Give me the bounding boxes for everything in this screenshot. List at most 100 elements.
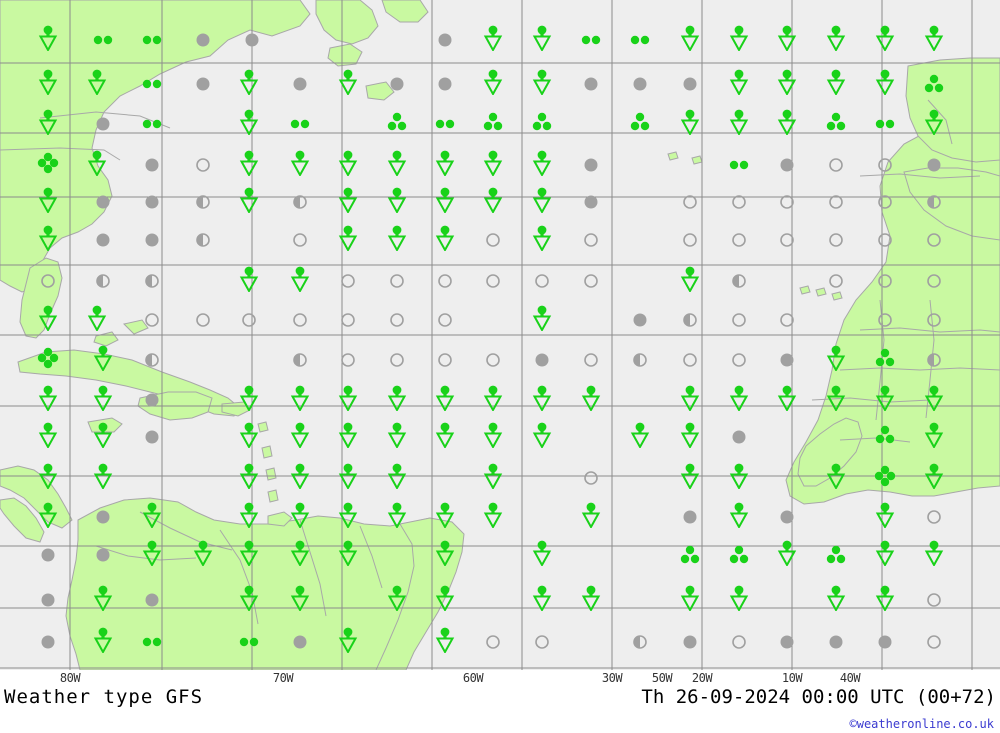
- symbol-heavy-rain[interactable]: [37, 152, 59, 174]
- symbol-clear[interactable]: [195, 157, 211, 173]
- symbol-overcast[interactable]: [682, 509, 698, 525]
- symbol-rain-shower[interactable]: [483, 187, 503, 215]
- symbol-rain-shower[interactable]: [483, 502, 503, 530]
- symbol-rain-shower[interactable]: [924, 385, 944, 413]
- symbol-partly-cloudy[interactable]: [144, 352, 160, 368]
- symbol-overcast[interactable]: [389, 76, 405, 92]
- symbol-moderate-rain[interactable]: [924, 74, 944, 94]
- symbol-clear[interactable]: [779, 232, 795, 248]
- symbol-overcast[interactable]: [779, 157, 795, 173]
- map-canvas[interactable]: [0, 0, 1000, 670]
- symbol-rain-shower[interactable]: [338, 225, 358, 253]
- symbol-overcast[interactable]: [731, 429, 747, 445]
- symbol-rain-shower[interactable]: [387, 585, 407, 613]
- symbol-rain-shower[interactable]: [532, 585, 552, 613]
- symbol-overcast[interactable]: [534, 352, 550, 368]
- symbol-clear[interactable]: [437, 273, 453, 289]
- symbol-rain-shower[interactable]: [826, 25, 846, 53]
- symbol-clear[interactable]: [292, 232, 308, 248]
- symbol-partly-cloudy[interactable]: [632, 634, 648, 650]
- symbol-light-rain[interactable]: [141, 636, 163, 648]
- symbol-rain-shower[interactable]: [290, 463, 310, 491]
- symbol-clear[interactable]: [731, 312, 747, 328]
- symbol-rain-shower[interactable]: [875, 585, 895, 613]
- symbol-rain-shower[interactable]: [338, 540, 358, 568]
- symbol-rain-shower[interactable]: [387, 385, 407, 413]
- symbol-rain-shower[interactable]: [87, 305, 107, 333]
- symbol-rain-shower[interactable]: [239, 502, 259, 530]
- symbol-clear[interactable]: [340, 273, 356, 289]
- symbol-moderate-rain[interactable]: [826, 112, 846, 132]
- symbol-clear[interactable]: [437, 352, 453, 368]
- symbol-overcast[interactable]: [144, 232, 160, 248]
- symbol-clear[interactable]: [828, 232, 844, 248]
- symbol-rain-shower[interactable]: [93, 345, 113, 373]
- symbol-clear[interactable]: [241, 312, 257, 328]
- symbol-rain-shower[interactable]: [38, 385, 58, 413]
- symbol-rain-shower[interactable]: [38, 109, 58, 137]
- symbol-partly-cloudy[interactable]: [144, 273, 160, 289]
- symbol-rain-shower[interactable]: [581, 385, 601, 413]
- symbol-rain-shower[interactable]: [777, 540, 797, 568]
- symbol-overcast[interactable]: [632, 76, 648, 92]
- symbol-overcast[interactable]: [682, 634, 698, 650]
- symbol-rain-shower[interactable]: [875, 69, 895, 97]
- symbol-clear[interactable]: [389, 312, 405, 328]
- symbol-overcast[interactable]: [292, 76, 308, 92]
- symbol-clear[interactable]: [534, 273, 550, 289]
- symbol-rain-shower[interactable]: [483, 463, 503, 491]
- symbol-light-rain[interactable]: [141, 78, 163, 90]
- symbol-clear[interactable]: [682, 352, 698, 368]
- symbol-rain-shower[interactable]: [532, 305, 552, 333]
- symbol-partly-cloudy[interactable]: [926, 194, 942, 210]
- symbol-moderate-rain[interactable]: [875, 425, 895, 445]
- symbol-light-rain[interactable]: [728, 159, 750, 171]
- symbol-light-rain[interactable]: [580, 34, 602, 46]
- symbol-rain-shower[interactable]: [38, 187, 58, 215]
- symbol-rain-shower[interactable]: [483, 25, 503, 53]
- symbol-moderate-rain[interactable]: [630, 112, 650, 132]
- symbol-rain-shower[interactable]: [875, 25, 895, 53]
- symbol-rain-shower[interactable]: [142, 540, 162, 568]
- symbol-overcast[interactable]: [437, 32, 453, 48]
- symbol-clear[interactable]: [583, 470, 599, 486]
- symbol-rain-shower[interactable]: [729, 109, 749, 137]
- symbol-overcast[interactable]: [828, 634, 844, 650]
- symbol-rain-shower[interactable]: [777, 25, 797, 53]
- symbol-rain-shower[interactable]: [826, 385, 846, 413]
- symbol-rain-shower[interactable]: [338, 69, 358, 97]
- symbol-overcast[interactable]: [244, 32, 260, 48]
- symbol-rain-shower[interactable]: [435, 585, 455, 613]
- symbol-clear[interactable]: [877, 312, 893, 328]
- symbol-clear[interactable]: [731, 194, 747, 210]
- symbol-rain-shower[interactable]: [680, 422, 700, 450]
- symbol-rain-shower[interactable]: [193, 540, 213, 568]
- symbol-clear[interactable]: [485, 232, 501, 248]
- symbol-clear[interactable]: [926, 312, 942, 328]
- symbol-rain-shower[interactable]: [532, 150, 552, 178]
- symbol-clear[interactable]: [195, 312, 211, 328]
- symbol-rain-shower[interactable]: [435, 150, 455, 178]
- symbol-rain-shower[interactable]: [239, 385, 259, 413]
- symbol-partly-cloudy[interactable]: [731, 273, 747, 289]
- symbol-overcast[interactable]: [632, 312, 648, 328]
- symbol-light-rain[interactable]: [289, 118, 311, 130]
- symbol-clear[interactable]: [828, 273, 844, 289]
- symbol-overcast[interactable]: [583, 157, 599, 173]
- symbol-rain-shower[interactable]: [581, 502, 601, 530]
- symbol-rain-shower[interactable]: [729, 502, 749, 530]
- symbol-rain-shower[interactable]: [483, 385, 503, 413]
- symbol-clear[interactable]: [292, 312, 308, 328]
- symbol-rain-shower[interactable]: [532, 422, 552, 450]
- symbol-partly-cloudy[interactable]: [632, 352, 648, 368]
- symbol-clear[interactable]: [877, 232, 893, 248]
- symbol-rain-shower[interactable]: [290, 585, 310, 613]
- symbol-rain-shower[interactable]: [290, 385, 310, 413]
- symbol-partly-cloudy[interactable]: [95, 273, 111, 289]
- symbol-rain-shower[interactable]: [777, 69, 797, 97]
- symbol-rain-shower[interactable]: [875, 385, 895, 413]
- symbol-rain-shower[interactable]: [93, 385, 113, 413]
- symbol-rain-shower[interactable]: [532, 69, 552, 97]
- symbol-rain-shower[interactable]: [581, 585, 601, 613]
- symbol-moderate-rain[interactable]: [729, 545, 749, 565]
